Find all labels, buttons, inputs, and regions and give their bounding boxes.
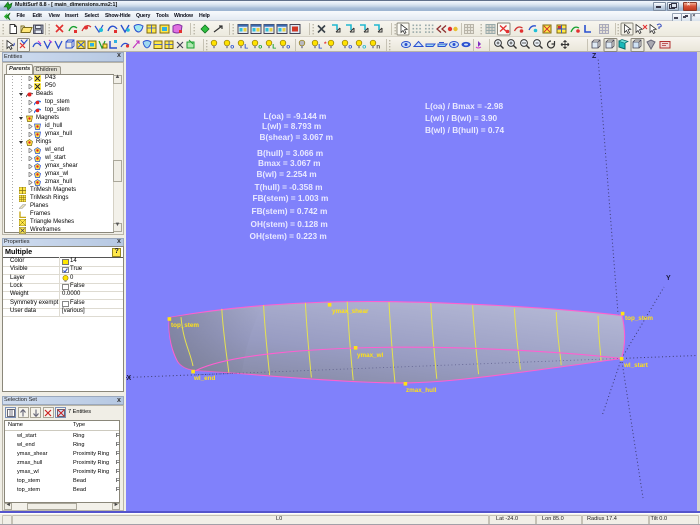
svg-text:o: o (362, 44, 366, 51)
svg-text:n: n (376, 44, 380, 51)
svg-text:L: L (272, 44, 276, 51)
svg-text:L: L (318, 44, 322, 51)
svg-text:o: o (230, 44, 234, 51)
svg-text:o: o (258, 44, 262, 51)
svg-text:o: o (348, 44, 352, 51)
svg-text:L: L (244, 44, 248, 51)
svg-text:o: o (286, 44, 290, 51)
svg-text:*: * (324, 41, 327, 48)
